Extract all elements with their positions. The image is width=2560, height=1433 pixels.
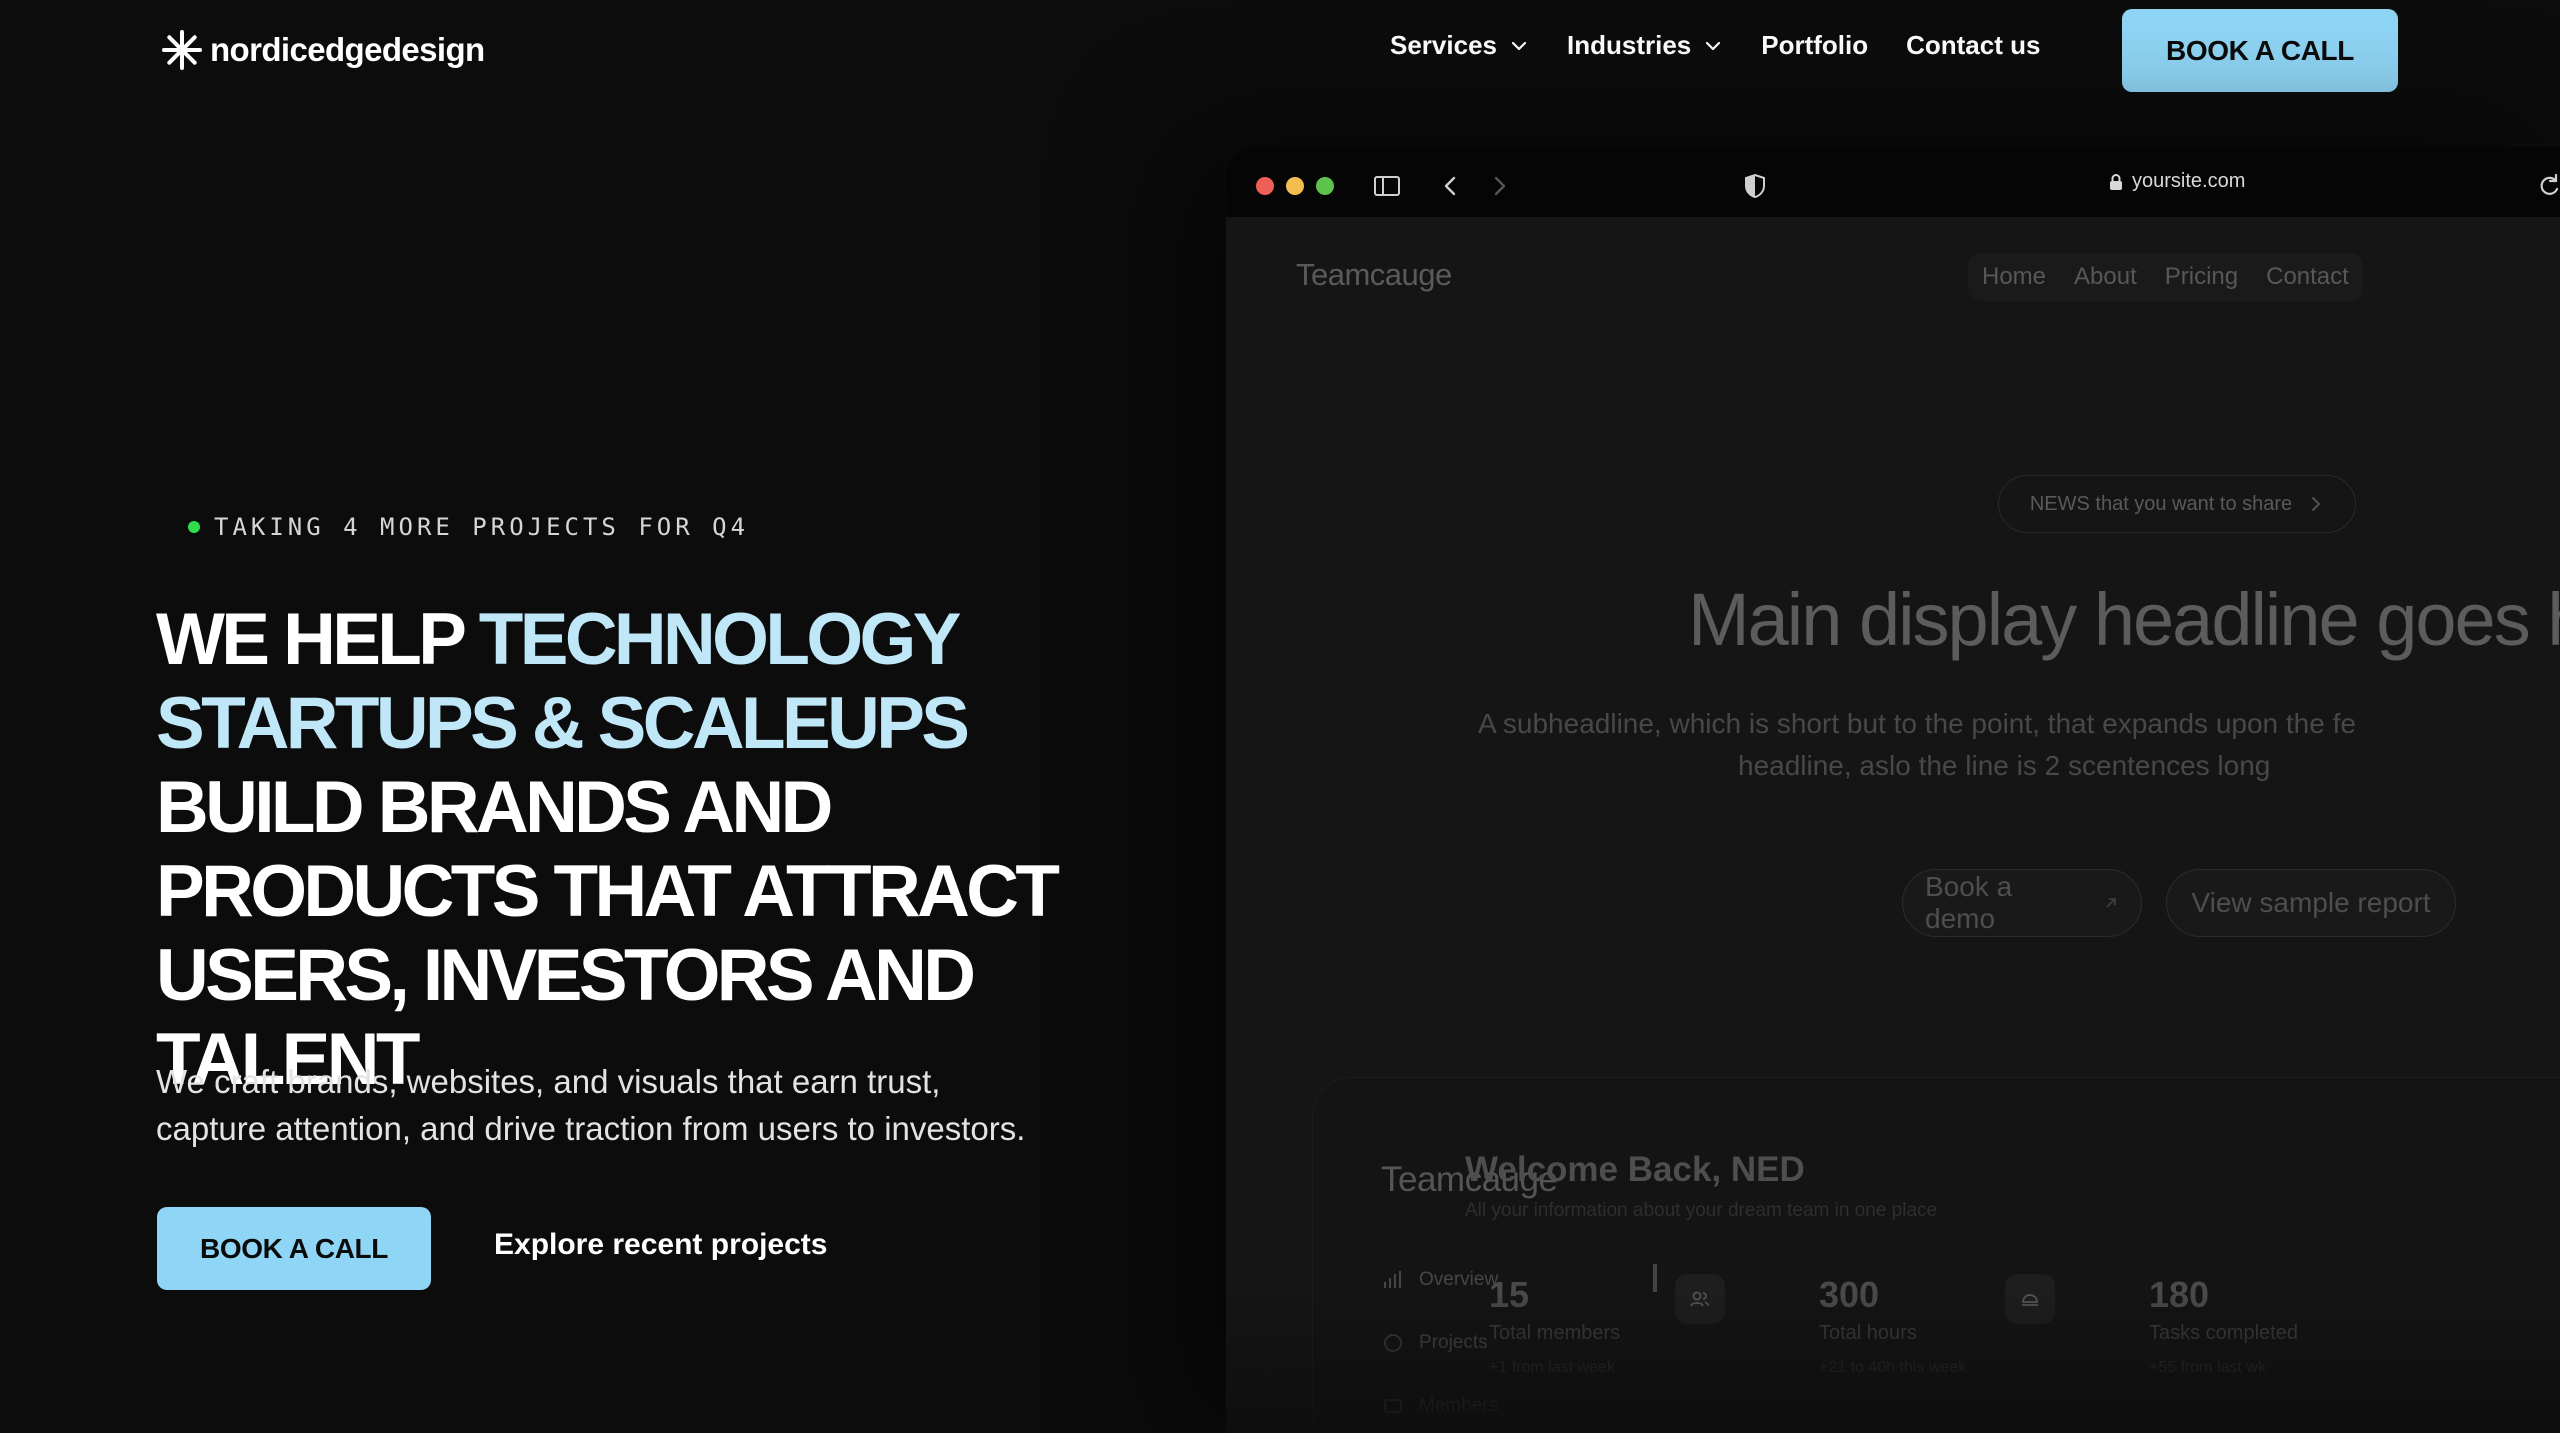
hero-subtext-line-1: We craft brands, websites, and visuals t… — [156, 1063, 941, 1100]
clock-icon — [2022, 1294, 2038, 1306]
nav-item-label: Industries — [1566, 30, 1692, 60]
chevron-right-icon — [2312, 497, 2321, 511]
nav-item-label: Services — [1390, 30, 1497, 60]
forward-arrow-icon — [1494, 176, 1506, 196]
mock-sub-line-1: A subheadline, which is short but to the… — [1478, 708, 2356, 739]
stat-hours-badge — [2005, 1274, 2055, 1324]
arrow-up-right-icon — [2106, 898, 2116, 908]
nav-item-industries[interactable]: Industries — [1567, 30, 1723, 61]
nav-book-call-button[interactable]: BOOK A CALL — [2122, 9, 2398, 92]
brand-logo[interactable]: nordicedgedesign — [160, 28, 485, 72]
availability-badge: TAKING 4 MORE PROJECTS FOR Q4 — [188, 513, 749, 541]
dashboard-menu-label: Overview — [1419, 1269, 1499, 1290]
mock-nav-about: About — [2074, 263, 2137, 290]
mock-nav-contact: Contact — [2266, 263, 2349, 290]
mock-site-nav: Home About Pricing Contact — [1968, 253, 2363, 301]
asterisk-logo-icon — [162, 30, 202, 70]
chevron-down-icon — [1511, 41, 1527, 50]
stat-label: Total members — [1489, 1322, 1621, 1344]
nav-item-label: Contact us — [1906, 30, 2041, 60]
mock-news-pill: NEWS that you want to share — [1998, 475, 2356, 533]
top-nav: nordicedgedesign Services Industries Por… — [0, 0, 2560, 102]
nav-item-portfolio[interactable]: Portfolio — [1761, 30, 1868, 61]
nav-item-label: Portfolio — [1761, 30, 1869, 60]
mock-nav-home: Home — [1982, 263, 2047, 290]
dashboard-menu-projects: Projects — [1381, 1331, 1488, 1355]
address-bar[interactable]: yoursite.com — [2108, 170, 2245, 193]
folder-icon — [1384, 1334, 1402, 1352]
headline-part-3: BUILD BRANDS AND PRODUCTS THAT ATTRACT U… — [156, 767, 1060, 1100]
window-maximize-icon — [1316, 177, 1334, 195]
mock-subheadline: A subheadline, which is short but to the… — [1476, 703, 2560, 787]
mock-news-text: NEWS that you want to share — [2029, 492, 2293, 515]
stat-label: Total hours — [1819, 1322, 1917, 1344]
sidebar-toggle-icon — [1374, 176, 1400, 196]
stat-tasks-completed: 180 Tasks completed +55 from last wk — [2149, 1274, 2399, 1377]
mock-sample-report-button: View sample report — [2166, 869, 2456, 937]
headline-part-1: WE HELP — [156, 599, 479, 680]
main-menu: Services Industries Portfolio Contact us — [1390, 30, 2040, 61]
window-minimize-icon — [1286, 177, 1304, 195]
mock-site: Teamcauge Home About Pricing Contact NEW… — [1226, 217, 2560, 1433]
dashboard-menu-label: Members — [1419, 1395, 1499, 1416]
brand-name: nordicedgedesign — [210, 31, 485, 68]
hero-subtext-line-2: capture attention, and drive traction fr… — [156, 1110, 1026, 1147]
reload-icon — [2540, 173, 2559, 195]
back-arrow-icon — [1444, 176, 1456, 196]
users-icon — [1690, 1291, 1709, 1307]
chevron-down-icon — [1706, 41, 1721, 50]
stat-trend: +55 from last wk — [2149, 1359, 2266, 1376]
hero-book-call-button[interactable]: BOOK A CALL — [157, 1207, 431, 1290]
window-close-icon — [1256, 177, 1274, 195]
mock-dashboard: Teamcauge Overview Projects Members Welc… — [1312, 1077, 2560, 1433]
dashboard-subtitle: All your information about your dream te… — [1465, 1200, 1938, 1221]
shield-icon — [1745, 173, 1765, 199]
stat-label: Tasks completed — [2149, 1322, 2298, 1344]
hero-subtext: We craft brands, websites, and visuals t… — [156, 1058, 1096, 1152]
browser-mockup: yoursite.com Teamcauge Home About Pricin… — [1226, 147, 2560, 1433]
stat-value: 180 — [2149, 1274, 2210, 1315]
bar-chart-icon — [1384, 1271, 1401, 1288]
mock-site-logo: Teamcauge — [1296, 257, 1452, 292]
mock-sub-line-2: headline, aslo the line is 2 scentences … — [1738, 750, 2271, 781]
browser-toolbar: yoursite.com — [1226, 147, 2560, 217]
mock-nav-pricing: Pricing — [2164, 263, 2239, 290]
stat-members-badge — [1675, 1274, 1725, 1324]
explore-projects-link[interactable]: Explore recent projects — [494, 1228, 827, 1262]
nav-item-services[interactable]: Services — [1390, 30, 1529, 61]
url-text: yoursite.com — [2132, 170, 2246, 192]
nav-item-contact[interactable]: Contact us — [1906, 30, 2040, 61]
users-icon — [1384, 1399, 1402, 1413]
mock-headline: Main display headline goes h — [1688, 578, 2560, 661]
dashboard-menu-overview: Overview — [1381, 1268, 1498, 1292]
lock-icon — [2110, 173, 2122, 190]
status-dot-icon — [188, 521, 200, 533]
dashboard-menu-label: Projects — [1419, 1332, 1488, 1353]
availability-text: TAKING 4 MORE PROJECTS FOR Q4 — [214, 513, 750, 541]
hero-headline: WE HELP TECHNOLOGY STARTUPS & SCALEUPS B… — [156, 598, 1176, 1102]
dashboard-title: Welcome Back, NED — [1465, 1150, 1805, 1189]
mock-book-demo-label: Book a demo — [1925, 871, 2013, 934]
mock-book-demo-button: Book a demo — [1902, 869, 2142, 937]
stat-trend: +1 from last week — [1489, 1359, 1615, 1376]
stat-trend: +21 to 40h this week — [1819, 1359, 1967, 1376]
dashboard-menu-members: Members — [1381, 1394, 1498, 1418]
